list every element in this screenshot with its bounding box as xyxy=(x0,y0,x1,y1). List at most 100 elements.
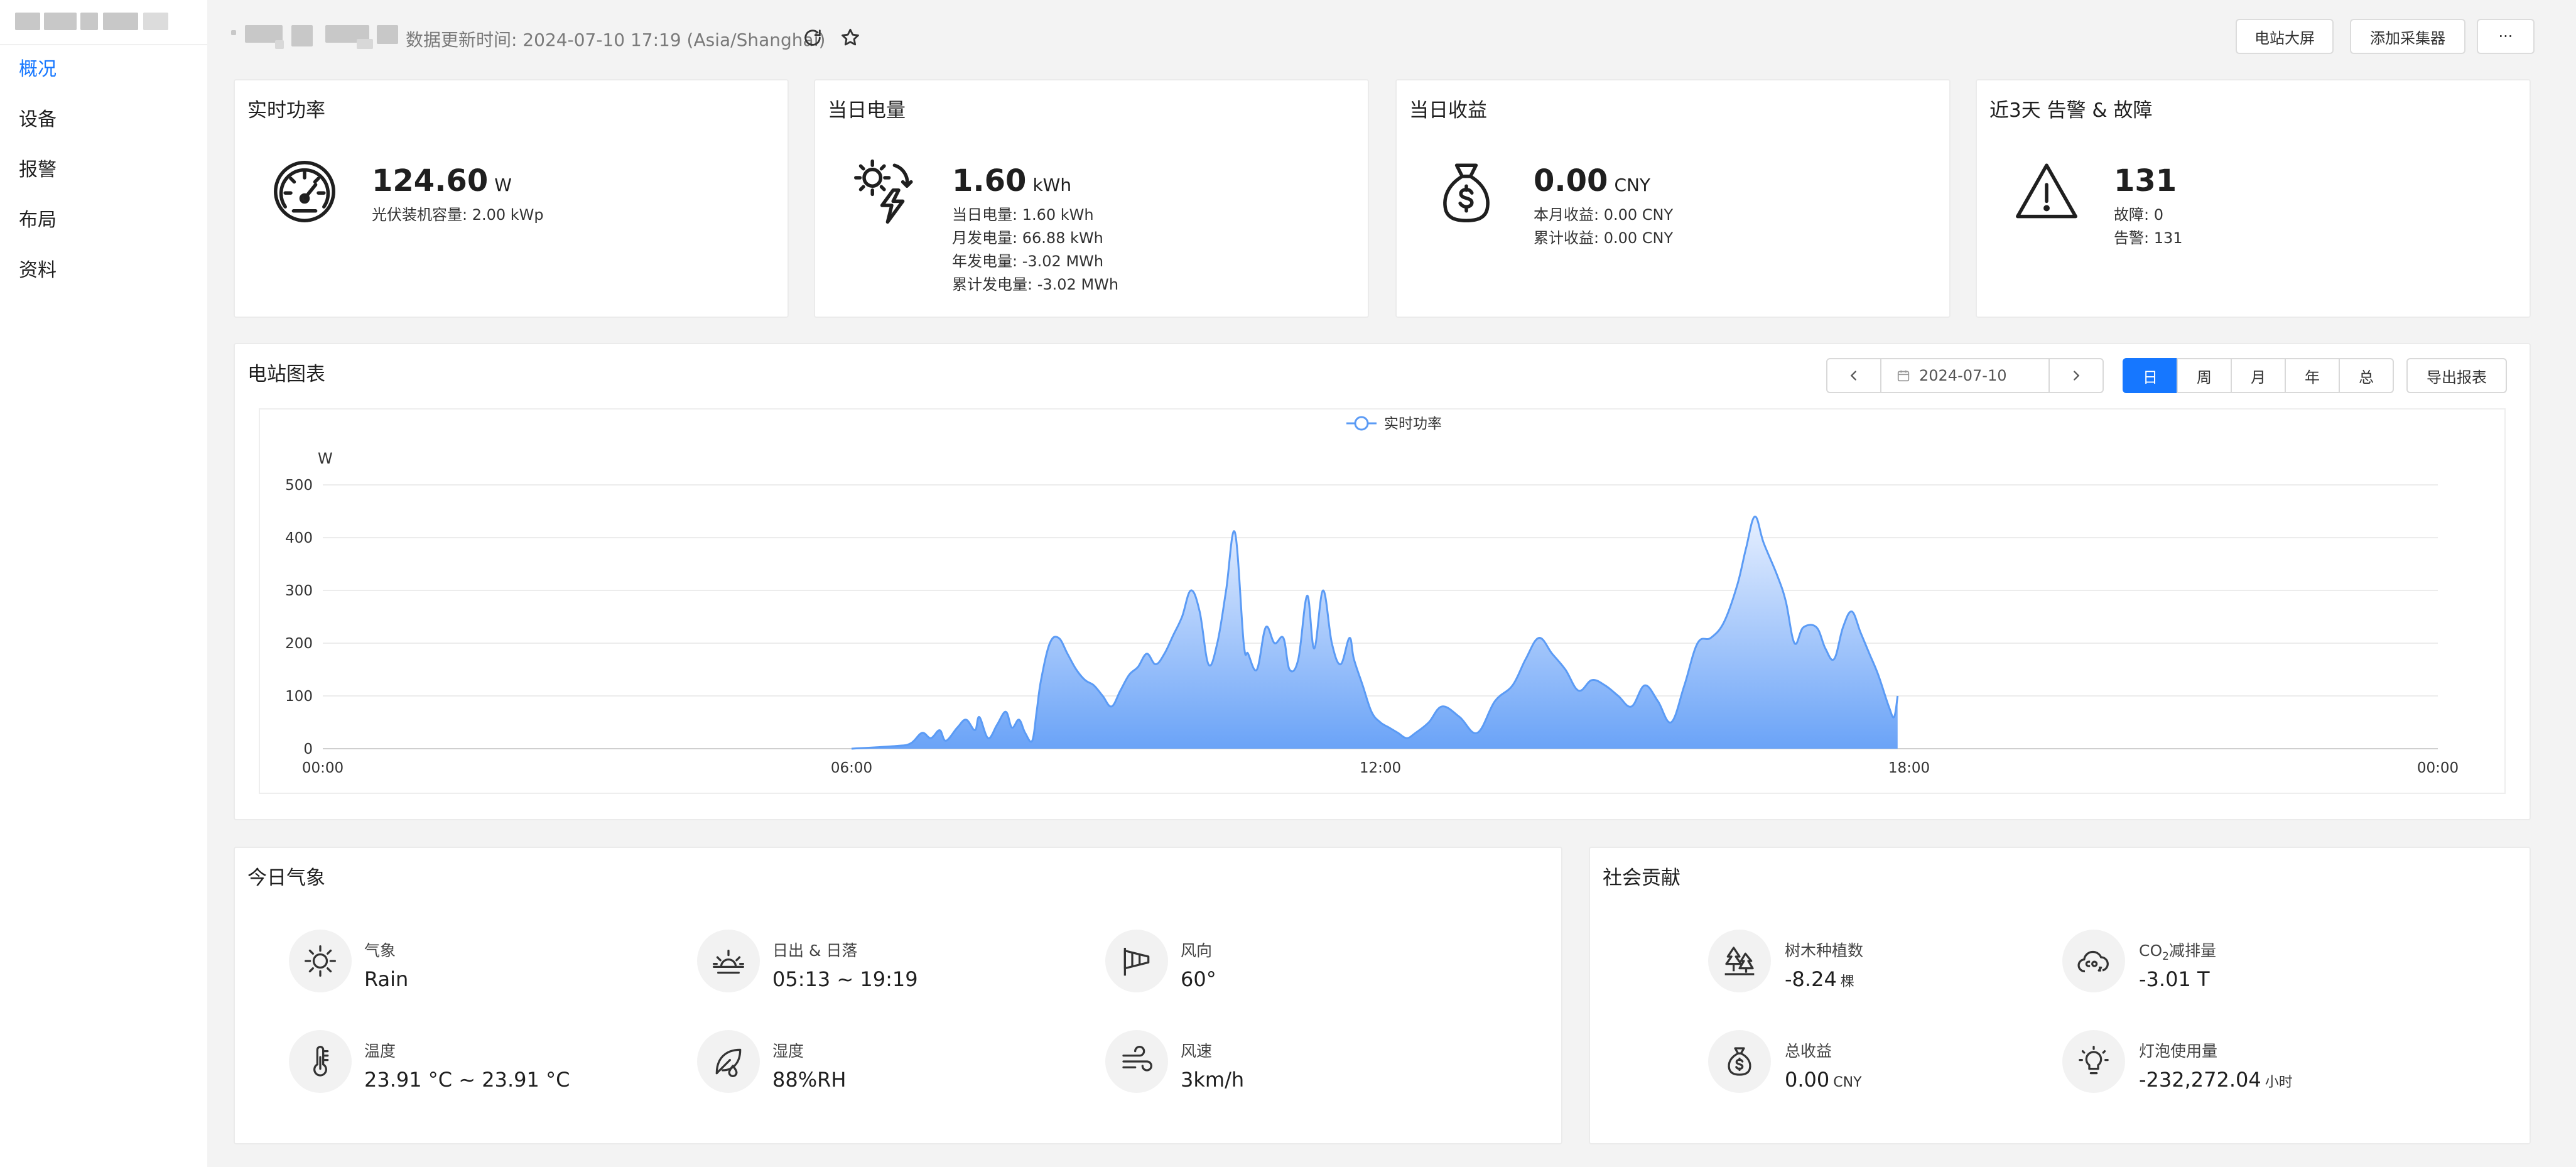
period-month[interactable]: 月 xyxy=(2231,358,2286,393)
y-axis-unit: W xyxy=(318,450,333,467)
daily-energy-text: 当日电量: 1.60 kWh xyxy=(952,206,1094,224)
x-tick-1800: 18:00 xyxy=(1888,760,1930,776)
y-tick-200: 200 xyxy=(285,636,313,652)
series-area-realtime-power xyxy=(852,516,1898,749)
co2-cloud-icon xyxy=(2062,930,2125,992)
x-tick-0600: 06:00 xyxy=(831,760,872,776)
more-button[interactable]: ··· xyxy=(2477,19,2535,54)
temperature-label: 温度 xyxy=(364,1042,396,1060)
sun-icon xyxy=(289,930,352,992)
brand-logo xyxy=(15,9,168,34)
card-title: 当日收益 xyxy=(1409,99,1487,122)
windsock-icon xyxy=(1105,930,1168,992)
total-income-label: 总收益 xyxy=(1785,1042,1832,1060)
legend-label: 实时功率 xyxy=(1384,416,1442,432)
power-value: 124.60 xyxy=(372,163,489,198)
weather-label: 气象 xyxy=(364,942,396,960)
trees-icon xyxy=(1708,930,1771,992)
co2-label-sub: 2 xyxy=(2162,950,2169,963)
y-tick-500: 500 xyxy=(285,477,313,494)
bulb-usage-label: 灯泡使用量 xyxy=(2139,1042,2218,1060)
wind-speed-value: 3km/h xyxy=(1181,1068,1245,1092)
total-income-value: 0.00 xyxy=(1785,1068,1830,1092)
date-value: 2024-07-10 xyxy=(1919,367,2007,384)
x-tick-1200: 12:00 xyxy=(1360,760,1401,776)
trees-value: -8.24 xyxy=(1785,967,1837,991)
temperature-value: 23.91 °C ~ 23.91 °C xyxy=(364,1068,570,1092)
big-screen-button[interactable]: 电站大屏 xyxy=(2236,19,2334,54)
sunrise-sunset-label: 日出 & 日落 xyxy=(772,942,858,960)
trees-value-row: -8.24 棵 xyxy=(1785,967,1854,991)
monthly-energy-text: 月发电量: 66.88 kWh xyxy=(952,229,1103,247)
card-title: 近3天 告警 & 故障 xyxy=(1989,99,2153,122)
income-value-row: 0.00 CNY xyxy=(1534,163,1650,198)
co2-label-suffix: 减排量 xyxy=(2168,942,2216,960)
bulb-usage-value: -232,272.04 xyxy=(2139,1068,2261,1092)
alarm-value: 131 xyxy=(2114,163,2177,198)
sidebar-item-alarms[interactable]: 报警 xyxy=(0,153,207,204)
sidebar: 概况 设备 报警 布局 资料 xyxy=(0,0,207,1167)
star-icon[interactable] xyxy=(836,24,864,52)
chart-legend[interactable]: 实时功率 xyxy=(1346,416,1442,432)
co2-value: -3.01 T xyxy=(2139,967,2210,991)
legend-marker xyxy=(1354,416,1369,431)
wind-speed-label: 风速 xyxy=(1181,1042,1213,1060)
power-unit: W xyxy=(494,175,512,195)
sidebar-nav: 概况 设备 报警 布局 资料 xyxy=(0,53,207,304)
next-date-button[interactable] xyxy=(2048,358,2104,393)
y-axis-ticks: 500 400 300 200 100 0 xyxy=(285,477,313,757)
co2-label: CO2减排量 xyxy=(2139,938,2216,963)
total-energy-text: 累计发电量: -3.02 MWh xyxy=(952,276,1119,293)
card-title: 电站图表 xyxy=(247,363,325,386)
y-tick-400: 400 xyxy=(285,530,313,546)
period-total[interactable]: 总 xyxy=(2339,358,2394,393)
sunrise-sunset-value: 05:13 ~ 19:19 xyxy=(772,967,918,991)
sidebar-item-layout[interactable]: 布局 xyxy=(0,204,207,254)
money-bag-icon xyxy=(1708,1030,1771,1093)
y-tick-0: 0 xyxy=(303,741,313,757)
chevron-right-icon xyxy=(2074,371,2080,381)
card-weather: 今日气象 气象 Rain 日出 & 日落 05:13 ~ 19:19 风向 60… xyxy=(234,847,1562,1144)
warning-count: 告警: 131 xyxy=(2114,229,2183,247)
card-title: 今日气象 xyxy=(247,867,325,889)
humidity-value: 88%RH xyxy=(772,1068,847,1092)
calendar-icon xyxy=(1897,370,1910,382)
alarm-value-row: 131 xyxy=(2114,163,2177,198)
light-bulb-icon xyxy=(2062,1030,2125,1093)
warning-icon xyxy=(2012,157,2081,226)
yearly-energy-text: 年发电量: -3.02 MWh xyxy=(952,252,1104,270)
bulb-usage-value-row: -232,272.04 小时 xyxy=(2139,1068,2293,1092)
income-unit: CNY xyxy=(1614,175,1651,195)
gauge-icon xyxy=(270,157,339,226)
energy-unit: kWh xyxy=(1032,175,1072,195)
date-picker[interactable]: 2024-07-10 xyxy=(1880,358,2050,393)
refresh-icon[interactable] xyxy=(799,24,826,52)
trees-unit: 棵 xyxy=(1840,974,1854,990)
sidebar-item-info[interactable]: 资料 xyxy=(0,254,207,304)
wind-direction-value: 60° xyxy=(1181,967,1216,991)
x-tick-2400: 00:00 xyxy=(2417,760,2459,776)
station-name-redacted xyxy=(231,25,398,50)
humidity-label: 湿度 xyxy=(772,1042,804,1060)
export-report-button[interactable]: 导出报表 xyxy=(2406,358,2507,393)
power-value-row: 124.60 W xyxy=(372,163,512,198)
period-week[interactable]: 周 xyxy=(2177,358,2232,393)
solar-energy-icon xyxy=(850,157,919,226)
period-day[interactable]: 日 xyxy=(2123,358,2178,393)
period-year[interactable]: 年 xyxy=(2285,358,2340,393)
sidebar-item-devices[interactable]: 设备 xyxy=(0,103,207,153)
prev-date-button[interactable] xyxy=(1826,358,1881,393)
y-tick-300: 300 xyxy=(285,583,313,599)
money-bag-icon xyxy=(1432,157,1501,226)
total-income-value-row: 0.00 CNY xyxy=(1785,1068,1862,1092)
card-realtime-power: 实时功率 124.60 W 光伏装机容量: 2.00 kWp xyxy=(234,79,789,318)
y-tick-100: 100 xyxy=(285,688,313,705)
energy-value: 1.60 xyxy=(952,163,1027,198)
power-chart: 实时功率 W 500 400 300 200 100 0 00:00 06:00… xyxy=(285,416,2459,776)
sidebar-item-overview[interactable]: 概况 xyxy=(0,53,207,103)
card-daily-energy: 当日电量 1.60 kWh 当日电量: 1.60 kWh 月发电量: 66.88 … xyxy=(814,79,1369,318)
bulb-usage-unit: 小时 xyxy=(2265,1075,2293,1090)
chevron-left-icon xyxy=(1850,371,1856,381)
add-collector-button[interactable]: 添加采集器 xyxy=(2350,19,2465,54)
pv-capacity: 光伏装机容量: 2.00 kWp xyxy=(372,206,544,224)
